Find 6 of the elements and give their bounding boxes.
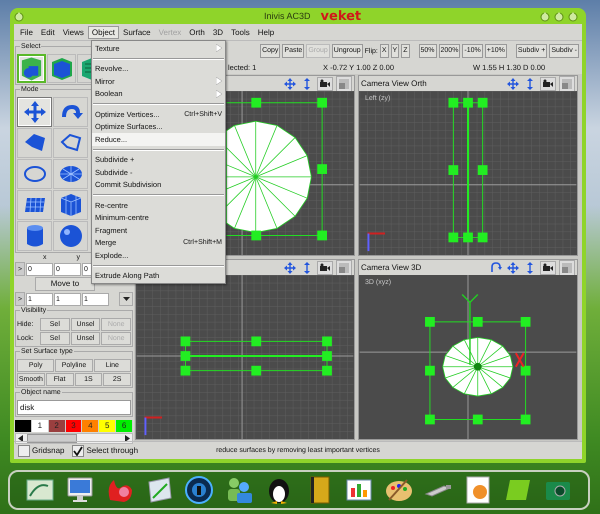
brand-label: veket [320,8,362,24]
window-title: Inivis AC3D [264,11,311,21]
viewport-title: Camera View 3D [361,263,422,272]
viewport-title: Camera View Orth [361,79,427,88]
checkbox-label: Gridsnap [32,446,64,455]
checkbox-label: Select through [86,446,138,455]
